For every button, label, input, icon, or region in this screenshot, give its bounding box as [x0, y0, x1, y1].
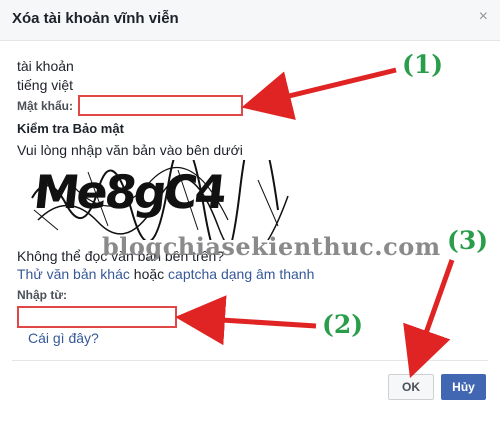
step-label-3: (3) [447, 226, 489, 255]
whats-this-link[interactable]: Cái gì đây? [28, 330, 99, 346]
password-label: Mật khẩu: [17, 99, 74, 113]
arrow-1 [241, 67, 397, 121]
ok-button[interactable]: OK [388, 374, 434, 400]
account-name-line2: tiếng việt [17, 77, 74, 93]
captcha-input-field[interactable] [17, 306, 177, 328]
captcha-input-label: Nhập từ: [17, 288, 68, 302]
audio-captcha-link[interactable]: captcha dạng âm thanh [168, 266, 314, 282]
captcha-text: Me8gC4 [31, 165, 227, 219]
alternative-links: Thử văn bản khác hoặc captcha dạng âm th… [17, 266, 314, 282]
or-text: hoặc [133, 266, 165, 282]
dialog-title: Xóa tài khoản vĩnh viễn [12, 10, 179, 27]
delete-account-dialog: Xóa tài khoản vĩnh viễn × tài khoản tiến… [0, 0, 500, 422]
password-field[interactable] [78, 95, 243, 116]
step-label-1: (1) [402, 50, 444, 79]
step-label-2: (2) [322, 310, 364, 339]
try-other-text-link[interactable]: Thử văn bản khác [17, 266, 130, 282]
captcha-instruction: Vui lòng nhập văn bản vào bên dưới [17, 142, 243, 158]
dialog-footer-divider [12, 360, 488, 361]
cancel-button[interactable]: Hủy [441, 374, 486, 400]
close-icon[interactable]: × [479, 9, 488, 25]
watermark-text: blogchiasekienthuc.com [102, 232, 441, 261]
account-name-line1: tài khoản [17, 58, 74, 74]
arrow-2 [175, 295, 317, 346]
arrow-3 [403, 259, 455, 379]
dialog-header: Xóa tài khoản vĩnh viễn × [0, 0, 500, 41]
security-check-heading: Kiểm tra Bảo mật [17, 121, 124, 136]
captcha-image: Me8gC4 [28, 160, 298, 240]
